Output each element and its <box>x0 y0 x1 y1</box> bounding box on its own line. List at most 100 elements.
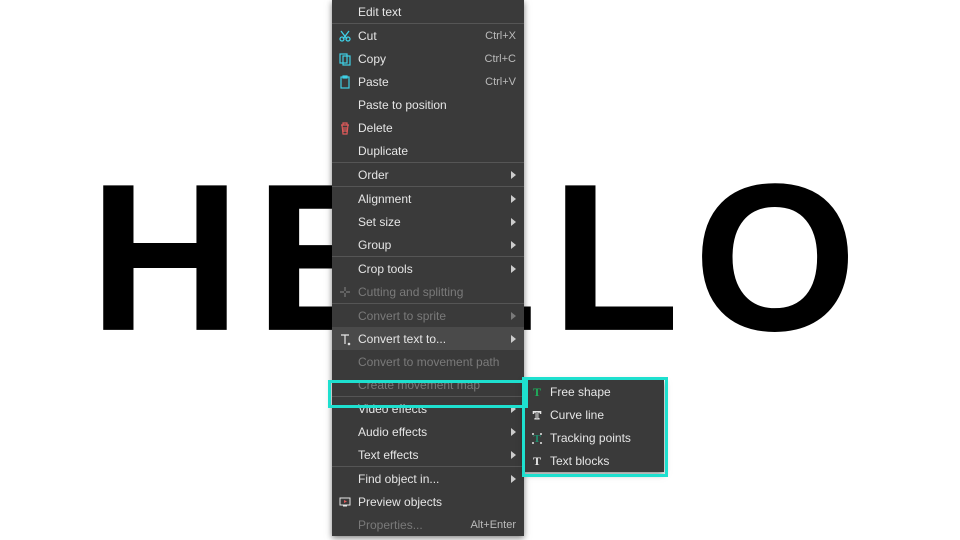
submenu-arrow-icon <box>511 241 516 249</box>
submenu-arrow-icon <box>511 171 516 179</box>
blank-icon <box>332 257 358 280</box>
menu-duplicate[interactable]: Duplicate <box>332 139 524 162</box>
submenu-arrow-icon <box>511 265 516 273</box>
menu-label: Properties... <box>358 518 462 532</box>
blank-icon <box>332 0 358 23</box>
tracking-points-icon: T <box>524 426 550 449</box>
menu-preview-objects[interactable]: Preview objects <box>332 490 524 513</box>
menu-label: Find object in... <box>358 472 505 486</box>
menu-convert-path: Convert to movement path <box>332 350 524 373</box>
submenu-arrow-icon <box>511 451 516 459</box>
menu-delete[interactable]: Delete <box>332 116 524 139</box>
menu-convert-text-to[interactable]: Convert text to... <box>332 327 524 350</box>
curve-line-icon: T <box>524 403 550 426</box>
menu-shortcut: Alt+Enter <box>462 519 516 531</box>
submenu-arrow-icon <box>511 195 516 203</box>
menu-label: Set size <box>358 215 505 229</box>
text-convert-icon <box>332 327 358 350</box>
menu-label: Paste to position <box>358 98 516 112</box>
menu-copy[interactable]: Copy Ctrl+C <box>332 47 524 70</box>
menu-label: Edit text <box>358 5 516 19</box>
menu-label: Order <box>358 168 505 182</box>
menu-label: Curve line <box>550 408 656 422</box>
menu-audio-effects[interactable]: Audio effects <box>332 420 524 443</box>
menu-label: Group <box>358 238 505 252</box>
blank-icon <box>332 93 358 116</box>
menu-set-size[interactable]: Set size <box>332 210 524 233</box>
blank-icon <box>332 467 358 490</box>
menu-label: Convert to movement path <box>358 355 516 369</box>
submenu-curve-line[interactable]: T Curve line <box>524 403 664 426</box>
menu-label: Text effects <box>358 448 505 462</box>
menu-create-movement-map: Create movement map <box>332 373 524 396</box>
menu-label: Paste <box>358 75 477 89</box>
svg-text:T: T <box>533 385 541 399</box>
menu-shortcut: Ctrl+V <box>477 76 516 88</box>
menu-label: Duplicate <box>358 144 516 158</box>
blank-icon <box>332 210 358 233</box>
blank-icon <box>332 139 358 162</box>
menu-find-object[interactable]: Find object in... <box>332 467 524 490</box>
scissors-icon <box>332 24 358 47</box>
menu-label: Alignment <box>358 192 505 206</box>
menu-label: Create movement map <box>358 378 516 392</box>
menu-label: Cutting and splitting <box>358 285 516 299</box>
svg-text:T: T <box>533 408 541 422</box>
blank-icon <box>332 350 358 373</box>
menu-convert-sprite: Convert to sprite <box>332 304 524 327</box>
blank-icon <box>332 233 358 256</box>
submenu-free-shape[interactable]: T Free shape <box>524 380 664 403</box>
menu-shortcut: Ctrl+X <box>477 30 516 42</box>
menu-video-effects[interactable]: Video effects <box>332 397 524 420</box>
menu-paste[interactable]: Paste Ctrl+V <box>332 70 524 93</box>
menu-label: Video effects <box>358 402 505 416</box>
preview-icon <box>332 490 358 513</box>
submenu-convert-text: T Free shape T Curve line T Tracking poi… <box>524 380 664 472</box>
menu-crop-tools[interactable]: Crop tools <box>332 257 524 280</box>
blank-icon <box>332 397 358 420</box>
menu-properties: Properties... Alt+Enter <box>332 513 524 536</box>
menu-label: Cut <box>358 29 477 43</box>
menu-label: Convert text to... <box>358 332 505 346</box>
split-icon <box>332 280 358 303</box>
blank-icon <box>332 373 358 396</box>
submenu-text-blocks[interactable]: T Text blocks <box>524 449 664 472</box>
paste-icon <box>332 70 358 93</box>
trash-icon <box>332 116 358 139</box>
blank-icon <box>332 513 358 536</box>
menu-label: Convert to sprite <box>358 309 505 323</box>
menu-edit-text[interactable]: Edit text <box>332 0 524 23</box>
menu-label: Tracking points <box>550 431 656 445</box>
menu-alignment[interactable]: Alignment <box>332 187 524 210</box>
blank-icon <box>332 163 358 186</box>
context-menu: Edit text Cut Ctrl+X Copy Ctrl+C Paste C… <box>332 0 524 536</box>
menu-paste-position[interactable]: Paste to position <box>332 93 524 116</box>
submenu-arrow-icon <box>511 475 516 483</box>
submenu-arrow-icon <box>511 405 516 413</box>
copy-icon <box>332 47 358 70</box>
menu-label: Audio effects <box>358 425 505 439</box>
menu-label: Free shape <box>550 385 656 399</box>
menu-text-effects[interactable]: Text effects <box>332 443 524 466</box>
menu-shortcut: Ctrl+C <box>477 53 516 65</box>
menu-group[interactable]: Group <box>332 233 524 256</box>
blank-icon <box>332 443 358 466</box>
free-shape-icon: T <box>524 380 550 403</box>
blank-icon <box>332 420 358 443</box>
blank-icon <box>332 304 358 327</box>
svg-text:T: T <box>533 454 541 468</box>
submenu-arrow-icon <box>511 428 516 436</box>
menu-label: Crop tools <box>358 262 505 276</box>
submenu-tracking-points[interactable]: T Tracking points <box>524 426 664 449</box>
blank-icon <box>332 187 358 210</box>
menu-label: Copy <box>358 52 477 66</box>
menu-label: Delete <box>358 121 516 135</box>
menu-cut[interactable]: Cut Ctrl+X <box>332 24 524 47</box>
menu-cutting-splitting: Cutting and splitting <box>332 280 524 303</box>
menu-order[interactable]: Order <box>332 163 524 186</box>
submenu-arrow-icon <box>511 335 516 343</box>
submenu-arrow-icon <box>511 218 516 226</box>
menu-label: Preview objects <box>358 495 516 509</box>
menu-label: Text blocks <box>550 454 656 468</box>
submenu-arrow-icon <box>511 312 516 320</box>
